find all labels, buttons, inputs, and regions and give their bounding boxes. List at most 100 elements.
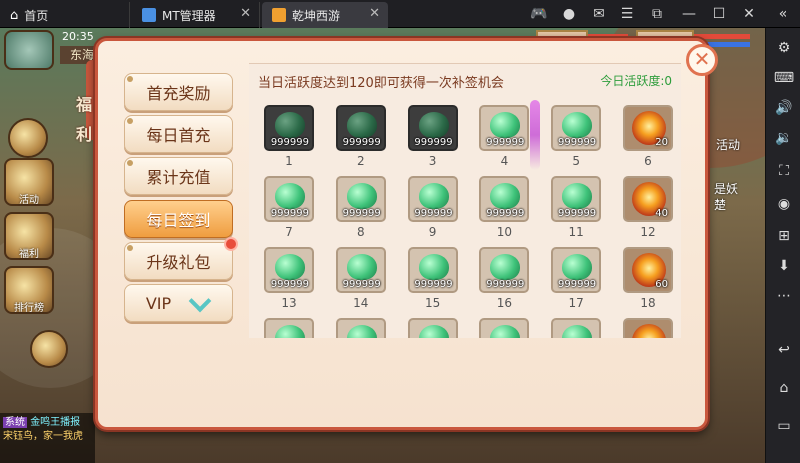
reward-slot[interactable]: 999999 [407, 176, 458, 222]
home-icon[interactable]: ⌂ [774, 378, 794, 398]
signin-day-cell[interactable] [479, 318, 530, 338]
tab-mt-manager[interactable]: MT管理器 ✕ [132, 2, 260, 28]
reward-slot[interactable] [551, 318, 602, 338]
chat-panel[interactable]: 系统 金鸣王播报 宋钰鸟，家一我虎 [0, 413, 95, 463]
signin-day-cell[interactable] [407, 318, 458, 338]
reward-slot[interactable]: 999999 [264, 247, 314, 293]
activity-icon[interactable]: 活动 [4, 158, 54, 206]
menu-icon[interactable]: ☰ [614, 0, 640, 28]
signin-day-cell[interactable] [335, 318, 386, 338]
welfare-icon[interactable]: 福利 [4, 212, 54, 260]
volume-down-icon[interactable]: 🔉 [774, 128, 794, 148]
signin-day-cell[interactable]: 999999 2 [335, 105, 386, 168]
external-link-icon[interactable]: ⧉ [644, 0, 670, 28]
record-icon[interactable]: ◉ [774, 194, 794, 214]
day-number: 3 [428, 154, 437, 168]
maximize-icon[interactable]: ☐ [706, 0, 732, 28]
minimap-icon[interactable] [4, 30, 54, 70]
jade-icon [275, 325, 305, 338]
signin-day-cell[interactable]: 999999 7 [264, 176, 314, 239]
signin-day-cell[interactable]: 999999 13 [264, 247, 314, 310]
apk-install-icon[interactable]: ⬇ [774, 256, 794, 276]
close-icon[interactable]: ✕ [736, 0, 762, 28]
reward-slot[interactable]: 999999 [335, 247, 386, 293]
reward-slot[interactable] [335, 318, 386, 338]
screenshot-icon[interactable]: ⛶ [774, 161, 794, 181]
signin-day-cell[interactable] [623, 318, 673, 338]
signin-day-cell[interactable]: 40 12 [623, 176, 673, 239]
reward-slot[interactable]: 60 [623, 247, 673, 293]
close-tab-icon[interactable]: ✕ [369, 6, 380, 21]
reward-slot[interactable]: 999999 [335, 176, 386, 222]
chat-line: 系统 金鸣王播报 [3, 416, 92, 430]
tab-home[interactable]: ⌂ 首页 [0, 2, 130, 28]
activity-text[interactable]: 活动 [716, 136, 740, 153]
tab-game[interactable]: 乾坤西游 ✕ [262, 2, 388, 28]
back-icon[interactable]: ↩ [774, 340, 794, 360]
signin-day-cell[interactable]: 999999 16 [479, 247, 530, 310]
chat-bubble-icon[interactable] [30, 330, 68, 368]
reward-slot[interactable]: 999999 [407, 247, 458, 293]
reward-slot[interactable]: 20 [623, 105, 673, 151]
account-icon[interactable]: ● [556, 0, 582, 28]
signin-day-cell[interactable]: 999999 1 [264, 105, 314, 168]
reward-slot[interactable]: 999999 [551, 105, 602, 151]
signin-day-cell[interactable]: 999999 11 [551, 176, 602, 239]
reward-slot[interactable]: 40 [623, 176, 673, 222]
ranking-label: 排行榜 [14, 303, 44, 314]
signin-day-cell[interactable] [264, 318, 314, 338]
signin-day-cell[interactable]: 999999 14 [335, 247, 386, 310]
menu-level-gift[interactable]: 升级礼包 [124, 237, 238, 280]
signin-day-cell[interactable]: 20 6 [623, 105, 673, 168]
reward-slot[interactable]: 999999 [264, 105, 314, 151]
signin-day-cell[interactable]: 999999 4 [479, 105, 530, 168]
ranking-icon[interactable]: 排行榜 [4, 266, 54, 314]
add-icon[interactable] [8, 118, 48, 158]
close-tab-icon[interactable]: ✕ [240, 6, 251, 21]
add-window-icon[interactable]: ⊞ [774, 226, 794, 246]
menu-accumulated-recharge[interactable]: 累计充值 [124, 157, 233, 195]
menu-label: 升级礼包 [146, 253, 211, 272]
signin-day-cell[interactable]: 60 18 [623, 247, 673, 310]
reward-slot[interactable] [479, 318, 530, 338]
menu-daily-first-recharge[interactable]: 每日首充 [124, 115, 233, 153]
reward-slot[interactable] [264, 318, 314, 338]
keyboard-icon[interactable]: ⌨ [774, 68, 794, 88]
signin-day-cell[interactable]: 999999 8 [335, 176, 386, 239]
jade-icon [490, 183, 521, 209]
reward-slot[interactable] [407, 318, 458, 338]
welfare-label: 福利 [19, 249, 39, 260]
recent-apps-icon[interactable]: ▭ [774, 416, 794, 436]
minimize-icon[interactable]: — [676, 0, 702, 28]
signin-day-cell[interactable]: 999999 17 [551, 247, 602, 310]
chevron-down-icon[interactable] [189, 297, 211, 309]
signin-day-cell[interactable]: 999999 15 [407, 247, 458, 310]
mail-icon[interactable]: ✉ [586, 0, 612, 28]
signin-day-cell[interactable]: 999999 10 [479, 176, 530, 239]
reward-slot[interactable]: 999999 [407, 105, 458, 151]
reward-slot[interactable]: 999999 [335, 105, 386, 151]
day-number: 18 [640, 296, 656, 310]
reward-slot[interactable]: 999999 [479, 247, 530, 293]
menu-vip[interactable]: VIP [124, 284, 233, 322]
menu-first-recharge[interactable]: 首充奖励 [124, 73, 233, 111]
close-button[interactable]: ✕ [686, 44, 718, 76]
reward-slot[interactable] [623, 318, 673, 338]
more-icon[interactable]: ⋯ [774, 286, 794, 306]
reward-slot[interactable]: 999999 [551, 247, 602, 293]
reward-slot[interactable]: 999999 [551, 176, 602, 222]
gamepad-icon[interactable]: 🎮 [526, 0, 552, 28]
signin-day-cell[interactable]: 999999 9 [407, 176, 458, 239]
day-number: 7 [285, 225, 293, 239]
signin-day-cell[interactable]: 999999 5 [551, 105, 602, 168]
signin-day-cell[interactable]: 999999 3 [407, 105, 458, 168]
reward-slot[interactable]: 999999 [479, 176, 530, 222]
collapse-icon[interactable]: « [770, 0, 796, 28]
menu-daily-signin[interactable]: 每日签到 [124, 200, 233, 238]
reward-slot[interactable]: 999999 [264, 176, 314, 222]
jade-icon [275, 183, 305, 209]
reward-slot[interactable]: 999999 [479, 105, 530, 151]
signin-day-cell[interactable] [551, 318, 602, 338]
volume-up-icon[interactable]: 🔊 [774, 98, 794, 118]
settings-icon[interactable]: ⚙ [774, 38, 794, 58]
